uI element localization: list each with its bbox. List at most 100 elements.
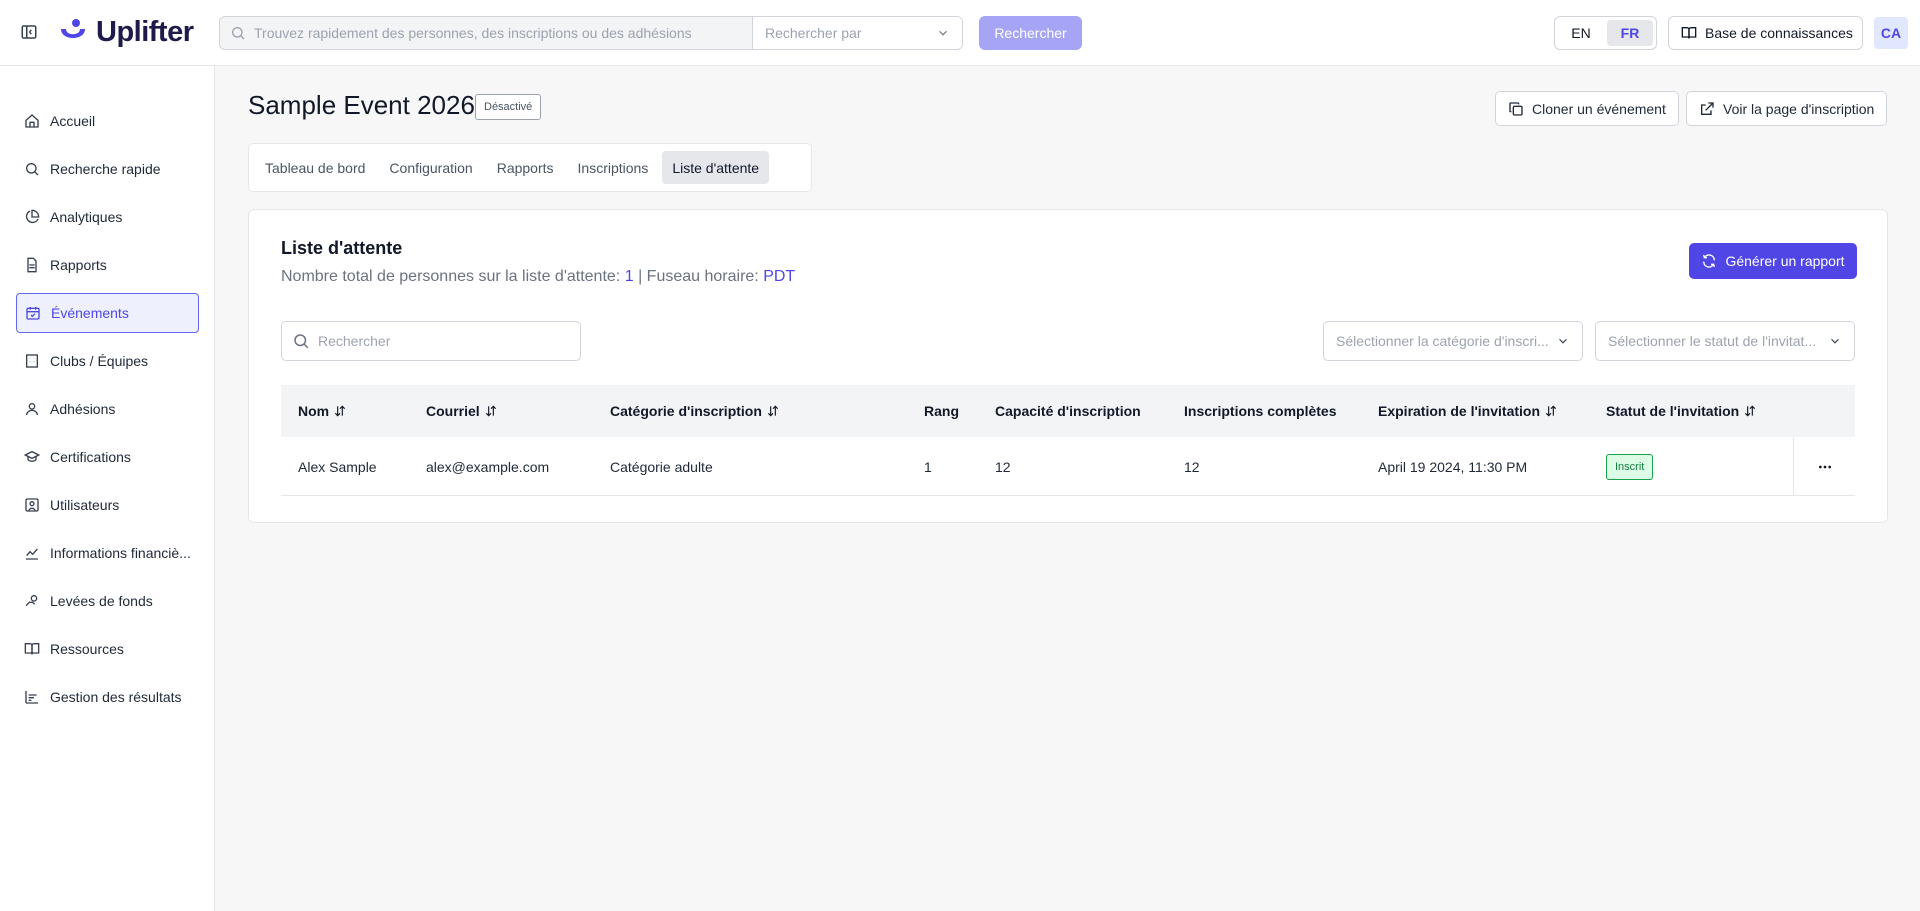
search-button[interactable]: Rechercher [979, 16, 1082, 50]
sidebar-item-gestion-des-resultats[interactable]: Gestion des résultats [16, 677, 199, 717]
cell-category: Catégorie adulte [610, 458, 713, 475]
clone-event-label: Cloner un événement [1532, 100, 1666, 117]
app-logo[interactable]: Uplifter [58, 14, 194, 50]
copy-icon [1509, 101, 1523, 116]
language-en[interactable]: EN [1558, 20, 1604, 46]
sidebar-item-rapports[interactable]: Rapports [16, 245, 199, 285]
waitlist-total-value: 1 [624, 268, 634, 285]
waitlist-separator: | [638, 268, 643, 285]
cell-capacity: 12 [995, 458, 1011, 475]
invitation-status-select[interactable]: Sélectionner le statut de l'invitat... [1595, 321, 1855, 361]
waitlist-summary: Nombre total de personnes sur la liste d… [281, 268, 795, 286]
user-icon [26, 403, 38, 416]
sidebar-item-ressources[interactable]: Ressources [16, 629, 199, 669]
waitlist-title: Liste d'attente [281, 238, 403, 258]
book-open-icon [1681, 27, 1697, 39]
knowledge-base-label: Base de connaissances [1705, 25, 1853, 41]
waitlist-table: Nom Courriel Catégorie d'inscription Ran… [281, 385, 1855, 497]
language-fr[interactable]: FR [1607, 20, 1653, 46]
sidebar-item-label: Informations financiè... [50, 545, 191, 561]
column-label: Capacité d'inscription [995, 403, 1141, 419]
clone-event-button[interactable]: Cloner un événement [1495, 91, 1679, 126]
column-header-categorie[interactable]: Catégorie d'inscription [610, 385, 780, 437]
tab-tableau-de-bord[interactable]: Tableau de bord [255, 151, 375, 184]
user-square-icon [25, 498, 39, 512]
tab-configuration[interactable]: Configuration [379, 151, 482, 184]
column-label: Rang [924, 403, 959, 419]
sort-icon [335, 405, 346, 417]
tab-rapports[interactable]: Rapports [487, 151, 564, 184]
timezone-value: PDT [763, 268, 796, 285]
sort-icon [767, 405, 778, 417]
sidebar-item-adhesions[interactable]: Adhésions [16, 389, 199, 429]
column-header-capacite: Capacité d'inscription [995, 385, 1141, 437]
sidebar-item-levees-de-fonds[interactable]: Levées de fonds [16, 581, 199, 621]
sidebar: Accueil Recherche rapide Analytiques Rap… [0, 66, 215, 911]
chevron-down-icon [1831, 338, 1839, 344]
column-label: Inscriptions complètes [1184, 403, 1337, 419]
status-badge: Inscrit [1606, 453, 1654, 480]
status-select-placeholder: Sélectionner le statut de l'invitat... [1608, 333, 1817, 349]
user-avatar[interactable]: CA [1874, 17, 1908, 49]
external-link-icon [1701, 101, 1714, 115]
graduation-cap-icon [24, 450, 40, 462]
page-title: Sample Event 2026 [248, 90, 475, 120]
tab-liste-d-attente[interactable]: Liste d'attente [662, 151, 770, 184]
language-switcher: EN FR [1554, 16, 1657, 50]
sidebar-item-evenements[interactable]: Événements [16, 293, 199, 333]
generate-report-button[interactable]: Générer un rapport [1689, 243, 1857, 279]
waitlist-card: Liste d'attente Nombre total de personne… [248, 209, 1888, 523]
column-label: Nom [298, 403, 330, 419]
tab-inscriptions[interactable]: Inscriptions [568, 151, 659, 184]
view-registration-page-button[interactable]: Voir la page d'inscription [1686, 91, 1888, 126]
sidebar-item-label: Adhésions [50, 401, 116, 417]
calendar-icon [26, 307, 40, 320]
sidebar-item-label: Rapports [50, 257, 107, 273]
sidebar-item-certifications[interactable]: Certifications [16, 437, 199, 477]
column-header-inscriptions-completes: Inscriptions complètes [1184, 385, 1336, 437]
chevron-down-icon [1559, 338, 1567, 344]
waitlist-total-label: Nombre total de personnes sur la liste d… [281, 268, 621, 285]
cell-email: alex@example.com [426, 458, 550, 475]
more-horizontal-icon [1818, 465, 1831, 468]
column-header-rang: Rang [924, 385, 959, 437]
search-by-placeholder: Rechercher par [765, 25, 862, 41]
file-text-icon [27, 257, 37, 273]
global-search: Trouvez rapidement des personnes, des in… [219, 16, 963, 50]
sidebar-item-label: Clubs / Équipes [50, 353, 149, 369]
cell-name: Alex Sample [298, 458, 377, 475]
home-icon [25, 114, 39, 128]
column-header-statut[interactable]: Statut de l'invitation [1606, 385, 1757, 437]
cell-completed: 12 [1184, 458, 1200, 475]
column-label: Courriel [426, 403, 480, 419]
sidebar-item-recherche-rapide[interactable]: Recherche rapide [16, 149, 199, 189]
knowledge-base-button[interactable]: Base de connaissances [1668, 16, 1863, 50]
column-header-nom[interactable]: Nom [298, 385, 347, 437]
sidebar-item-label: Levées de fonds [50, 593, 153, 609]
sidebar-item-utilisateurs[interactable]: Utilisateurs [16, 485, 199, 525]
sidebar-item-label: Accueil [50, 113, 96, 129]
column-header-expiration[interactable]: Expiration de l'invitation [1378, 385, 1558, 437]
sidebar-item-label: Événements [51, 305, 129, 321]
sidebar-item-label: Recherche rapide [50, 161, 161, 177]
search-by-select[interactable]: Rechercher par [753, 17, 962, 49]
sidebar-toggle-icon[interactable] [20, 23, 40, 43]
column-header-courriel[interactable]: Courriel [426, 385, 498, 437]
search-icon [294, 334, 309, 349]
global-search-input[interactable]: Trouvez rapidement des personnes, des in… [220, 17, 753, 49]
sidebar-item-analytiques[interactable]: Analytiques [16, 197, 199, 237]
generate-report-label: Générer un rapport [1725, 253, 1845, 269]
waitlist-search-input[interactable]: Rechercher [281, 321, 581, 361]
refresh-icon [1703, 254, 1716, 268]
category-select[interactable]: Sélectionner la catégorie d'inscri... [1323, 321, 1583, 361]
table-row[interactable]: Alex Sample alex@example.com Catégorie a… [281, 437, 1855, 496]
table-header: Nom Courriel Catégorie d'inscription Ran… [281, 385, 1855, 437]
uplifter-logo-icon [61, 19, 85, 38]
app-name: Uplifter [96, 15, 194, 48]
sidebar-item-accueil[interactable]: Accueil [16, 101, 199, 141]
row-actions-button[interactable] [1793, 437, 1855, 496]
sidebar-item-clubs-equipes[interactable]: Clubs / Équipes [16, 341, 199, 381]
sidebar-item-label: Certifications [50, 449, 131, 465]
sidebar-item-informations-financieres[interactable]: Informations financiè... [16, 533, 199, 573]
sidebar-item-label: Gestion des résultats [50, 689, 182, 705]
